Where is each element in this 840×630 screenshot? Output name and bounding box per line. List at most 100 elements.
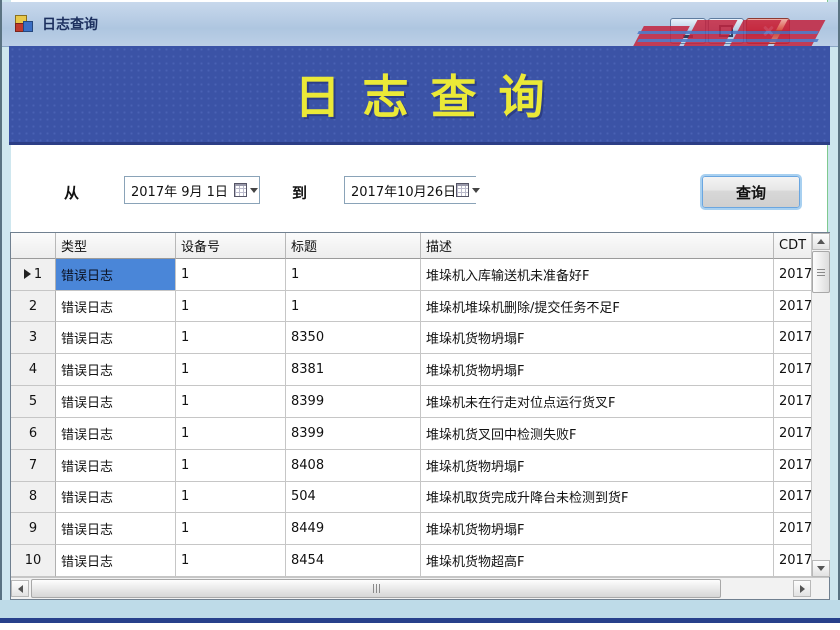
header-rownum[interactable] bbox=[11, 233, 56, 259]
cell-desc[interactable]: 堆垛机货叉回中检测失败F bbox=[421, 418, 774, 450]
cell-title[interactable]: 8449 bbox=[286, 513, 421, 545]
from-date-value[interactable]: 2017年 9月 1日 bbox=[125, 181, 233, 200]
table-row[interactable]: 8 错误日志 1 504 堆垛机取货完成升降台未检测到货F 2017 bbox=[11, 482, 811, 514]
cell-cdt[interactable]: 2017 bbox=[774, 354, 811, 386]
banner: 日志查询 bbox=[9, 46, 830, 145]
cell-type[interactable]: 错误日志 bbox=[56, 513, 176, 545]
cell-desc[interactable]: 堆垛机货物超高F bbox=[421, 545, 774, 577]
cell-type[interactable]: 错误日志 bbox=[56, 259, 176, 291]
table-row[interactable]: 1 错误日志 1 1 堆垛机入库输送机未准备好F 2017 bbox=[11, 259, 811, 291]
arrow-left-icon bbox=[18, 585, 23, 593]
from-date-picker[interactable]: 2017年 9月 1日 bbox=[124, 176, 260, 204]
cell-title[interactable]: 8399 bbox=[286, 386, 421, 418]
cell-type[interactable]: 错误日志 bbox=[56, 450, 176, 482]
cell-cdt[interactable]: 2017 bbox=[774, 545, 811, 577]
cell-desc[interactable]: 堆垛机未在行走对位点运行货叉F bbox=[421, 386, 774, 418]
to-date-dropdown-button[interactable] bbox=[456, 177, 480, 203]
vertical-scrollbar[interactable] bbox=[811, 233, 830, 577]
cell-cdt[interactable]: 2017 bbox=[774, 386, 811, 418]
cell-title[interactable]: 8381 bbox=[286, 354, 421, 386]
table-row[interactable]: 5 错误日志 1 8399 堆垛机未在行走对位点运行货叉F 2017 bbox=[11, 386, 811, 418]
cell-title[interactable]: 1 bbox=[286, 259, 421, 291]
scroll-up-button[interactable] bbox=[812, 233, 830, 250]
cell-cdt[interactable]: 2017 bbox=[774, 418, 811, 450]
row-header[interactable]: 10 bbox=[11, 545, 56, 577]
scroll-down-button[interactable] bbox=[812, 560, 830, 577]
cell-type[interactable]: 错误日志 bbox=[56, 418, 176, 450]
maximize-button[interactable] bbox=[708, 18, 744, 44]
cell-device[interactable]: 1 bbox=[176, 322, 286, 354]
header-title[interactable]: 标题 bbox=[286, 233, 421, 259]
row-header[interactable]: 9 bbox=[11, 513, 56, 545]
row-header[interactable]: 1 bbox=[11, 259, 56, 291]
to-date-picker[interactable]: 2017年10月26日 bbox=[344, 176, 476, 204]
table-row[interactable]: 7 错误日志 1 8408 堆垛机货物坍塌F 2017 bbox=[11, 450, 811, 482]
row-number: 1 bbox=[34, 267, 42, 282]
cell-desc[interactable]: 堆垛机货物坍塌F bbox=[421, 513, 774, 545]
cell-title[interactable]: 8399 bbox=[286, 418, 421, 450]
cell-desc[interactable]: 堆垛机货物坍塌F bbox=[421, 354, 774, 386]
row-header[interactable]: 5 bbox=[11, 386, 56, 418]
row-number: 6 bbox=[29, 426, 37, 441]
table-row[interactable]: 4 错误日志 1 8381 堆垛机货物坍塌F 2017 bbox=[11, 354, 811, 386]
cell-type[interactable]: 错误日志 bbox=[56, 545, 176, 577]
cell-desc[interactable]: 堆垛机入库输送机未准备好F bbox=[421, 259, 774, 291]
cell-cdt[interactable]: 2017 bbox=[774, 322, 811, 354]
row-header[interactable]: 3 bbox=[11, 322, 56, 354]
cell-title[interactable]: 8350 bbox=[286, 322, 421, 354]
cell-desc[interactable]: 堆垛机取货完成升降台未检测到货F bbox=[421, 482, 774, 514]
cell-device[interactable]: 1 bbox=[176, 291, 286, 323]
table-row[interactable]: 6 错误日志 1 8399 堆垛机货叉回中检测失败F 2017 bbox=[11, 418, 811, 450]
cell-device[interactable]: 1 bbox=[176, 545, 286, 577]
close-button[interactable] bbox=[746, 18, 790, 44]
title-bar[interactable]: 日志查询 bbox=[2, 2, 838, 47]
cell-device[interactable]: 1 bbox=[176, 354, 286, 386]
cell-type[interactable]: 错误日志 bbox=[56, 291, 176, 323]
cell-type[interactable]: 错误日志 bbox=[56, 322, 176, 354]
table-row[interactable]: 9 错误日志 1 8449 堆垛机货物坍塌F 2017 bbox=[11, 513, 811, 545]
to-date-value[interactable]: 2017年10月26日 bbox=[345, 181, 456, 200]
from-date-dropdown-button[interactable] bbox=[233, 177, 259, 203]
cell-type[interactable]: 错误日志 bbox=[56, 482, 176, 514]
cell-cdt[interactable]: 2017 bbox=[774, 259, 811, 291]
row-header[interactable]: 8 bbox=[11, 482, 56, 514]
row-header[interactable]: 2 bbox=[11, 291, 56, 323]
row-header[interactable]: 4 bbox=[11, 354, 56, 386]
table-row[interactable]: 3 错误日志 1 8350 堆垛机货物坍塌F 2017 bbox=[11, 322, 811, 354]
query-button[interactable]: 查询 bbox=[702, 176, 800, 208]
banner-title: 日志查询 bbox=[273, 61, 567, 127]
header-type[interactable]: 类型 bbox=[56, 233, 176, 259]
cell-cdt[interactable]: 2017 bbox=[774, 513, 811, 545]
row-header[interactable]: 6 bbox=[11, 418, 56, 450]
scroll-right-button[interactable] bbox=[793, 580, 811, 597]
cell-title[interactable]: 1 bbox=[286, 291, 421, 323]
cell-title[interactable]: 504 bbox=[286, 482, 421, 514]
cell-desc[interactable]: 堆垛机货物坍塌F bbox=[421, 322, 774, 354]
header-cdt[interactable]: CDT bbox=[774, 233, 811, 259]
cell-desc[interactable]: 堆垛机堆垛机删除/提交任务不足F bbox=[421, 291, 774, 323]
cell-device[interactable]: 1 bbox=[176, 386, 286, 418]
cell-cdt[interactable]: 2017 bbox=[774, 291, 811, 323]
vertical-scrollbar-thumb[interactable] bbox=[812, 251, 830, 293]
cell-type[interactable]: 错误日志 bbox=[56, 386, 176, 418]
header-desc[interactable]: 描述 bbox=[421, 233, 774, 259]
horizontal-scrollbar-thumb[interactable] bbox=[31, 579, 721, 598]
horizontal-scrollbar[interactable] bbox=[11, 577, 829, 599]
cell-desc[interactable]: 堆垛机货物坍塌F bbox=[421, 450, 774, 482]
cell-title[interactable]: 8408 bbox=[286, 450, 421, 482]
cell-title[interactable]: 8454 bbox=[286, 545, 421, 577]
cell-cdt[interactable]: 2017 bbox=[774, 450, 811, 482]
minimize-button[interactable] bbox=[670, 18, 706, 44]
cell-device[interactable]: 1 bbox=[176, 418, 286, 450]
cell-device[interactable]: 1 bbox=[176, 259, 286, 291]
table-row[interactable]: 2 错误日志 1 1 堆垛机堆垛机删除/提交任务不足F 2017 bbox=[11, 291, 811, 323]
scroll-left-button[interactable] bbox=[11, 580, 29, 597]
cell-cdt[interactable]: 2017 bbox=[774, 482, 811, 514]
cell-device[interactable]: 1 bbox=[176, 482, 286, 514]
row-header[interactable]: 7 bbox=[11, 450, 56, 482]
cell-type[interactable]: 错误日志 bbox=[56, 354, 176, 386]
cell-device[interactable]: 1 bbox=[176, 513, 286, 545]
table-row[interactable]: 10 错误日志 1 8454 堆垛机货物超高F 2017 bbox=[11, 545, 811, 577]
cell-device[interactable]: 1 bbox=[176, 450, 286, 482]
header-device[interactable]: 设备号 bbox=[176, 233, 286, 259]
